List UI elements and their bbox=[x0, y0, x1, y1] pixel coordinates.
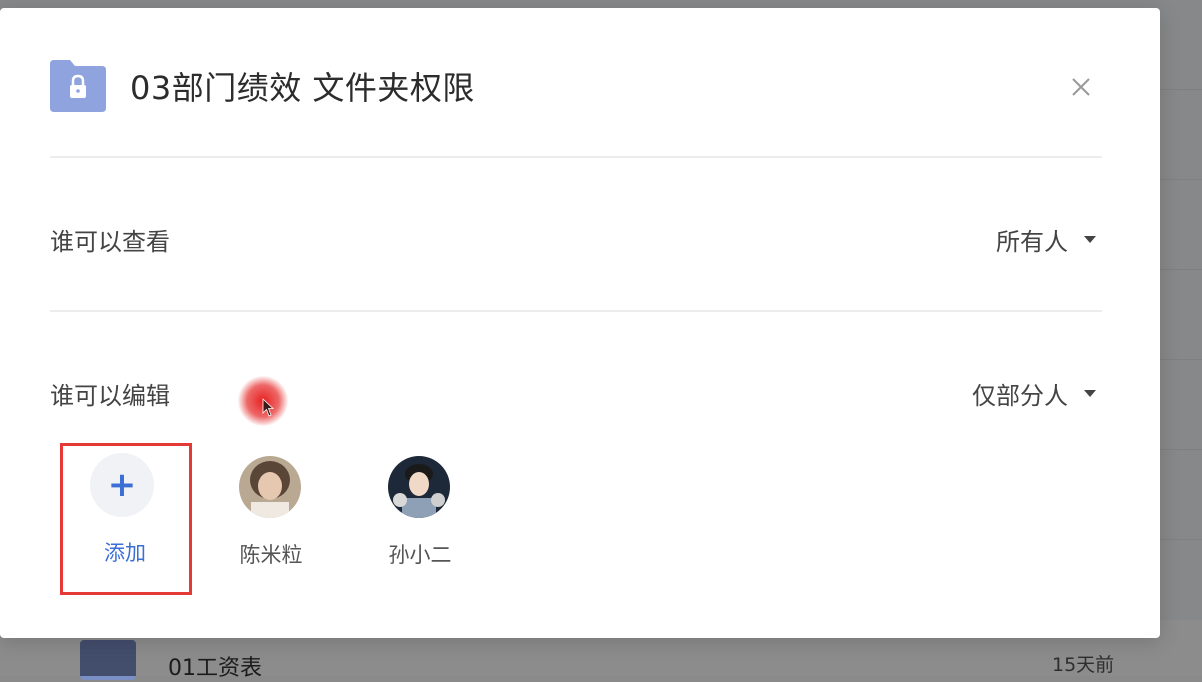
view-permission-value: 所有人 bbox=[996, 228, 1068, 256]
mouse-cursor-icon bbox=[262, 398, 275, 417]
member-item[interactable]: 孙小二 bbox=[355, 433, 485, 588]
member-item[interactable]: 陈米粒 bbox=[206, 433, 336, 588]
view-permission-label: 谁可以查看 bbox=[50, 228, 170, 256]
divider bbox=[50, 156, 1102, 158]
caret-down-icon bbox=[1084, 236, 1096, 243]
divider bbox=[50, 310, 1102, 312]
avatar bbox=[388, 456, 450, 518]
add-member-button[interactable]: + 添加 bbox=[60, 433, 192, 595]
caret-down-icon bbox=[1084, 390, 1096, 397]
member-name: 陈米粒 bbox=[239, 543, 303, 567]
editor-members-list: + 添加 陈米粒 孙小二 bbox=[60, 433, 560, 595]
close-icon[interactable] bbox=[1066, 72, 1096, 102]
member-name: 孙小二 bbox=[388, 543, 452, 567]
folder-permission-dialog: 03部门绩效 文件夹权限 谁可以查看 所有人 谁可以编辑 仅部分人 + 添加 陈… bbox=[0, 8, 1160, 638]
edit-permission-dropdown[interactable]: 仅部分人 bbox=[972, 376, 1096, 411]
view-permission-dropdown[interactable]: 所有人 bbox=[996, 222, 1096, 257]
plus-icon[interactable]: + bbox=[90, 453, 154, 517]
dialog-title: 03部门绩效 文件夹权限 bbox=[130, 69, 475, 107]
locked-folder-icon bbox=[50, 60, 106, 112]
avatar bbox=[239, 456, 301, 518]
edit-permission-value: 仅部分人 bbox=[972, 382, 1068, 410]
edit-permission-label: 谁可以编辑 bbox=[50, 382, 170, 410]
add-member-label: 添加 bbox=[104, 541, 146, 565]
